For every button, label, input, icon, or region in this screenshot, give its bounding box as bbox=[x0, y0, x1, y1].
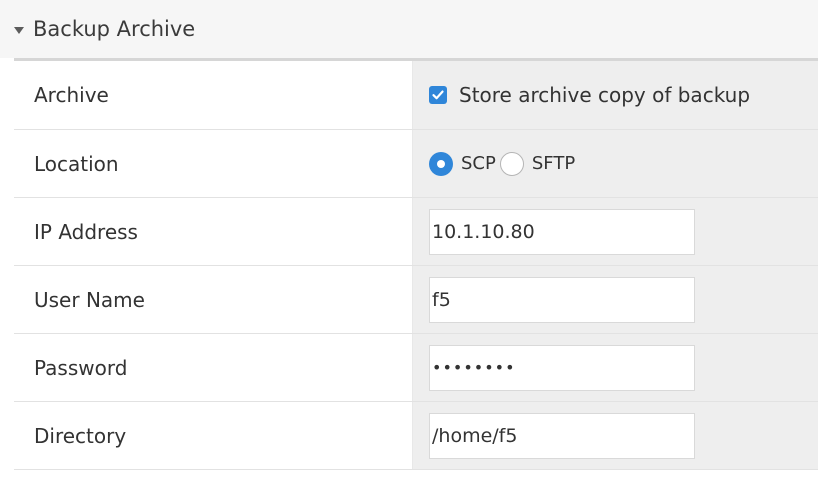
ip-address-value bbox=[412, 198, 818, 265]
password-input[interactable] bbox=[429, 344, 695, 391]
row-archive: Archive Store archive copy of backup bbox=[14, 61, 818, 130]
row-user-name: User Name bbox=[14, 266, 818, 334]
row-location: Location SCP SFTP bbox=[14, 130, 818, 198]
ip-address-input[interactable] bbox=[429, 208, 695, 255]
checkmark-icon bbox=[432, 90, 444, 100]
location-value: SCP SFTP bbox=[412, 130, 818, 197]
triangle-down-icon[interactable] bbox=[14, 26, 24, 34]
row-directory: Directory bbox=[14, 402, 818, 470]
user-name-value bbox=[412, 266, 818, 333]
password-value bbox=[412, 334, 818, 401]
archive-checkbox-label[interactable]: Store archive copy of backup bbox=[459, 83, 750, 107]
row-ip-address: IP Address bbox=[14, 198, 818, 266]
radio-scp-label[interactable]: SCP bbox=[461, 153, 496, 174]
row-password: Password bbox=[14, 334, 818, 402]
ip-address-label: IP Address bbox=[14, 198, 412, 265]
section-header[interactable]: Backup Archive bbox=[0, 0, 818, 58]
password-label: Password bbox=[14, 334, 412, 401]
section-title: Backup Archive bbox=[33, 17, 196, 41]
location-label: Location bbox=[14, 130, 412, 197]
archive-checkbox[interactable] bbox=[429, 86, 447, 104]
user-name-input[interactable] bbox=[429, 276, 695, 323]
location-radio-group: SCP SFTP bbox=[429, 151, 575, 176]
backup-archive-form: Archive Store archive copy of backup Loc… bbox=[14, 58, 818, 470]
archive-label: Archive bbox=[14, 61, 412, 129]
directory-value bbox=[412, 402, 818, 469]
radio-scp[interactable] bbox=[429, 151, 453, 176]
directory-label: Directory bbox=[14, 402, 412, 469]
directory-input[interactable] bbox=[429, 412, 695, 459]
radio-sftp[interactable] bbox=[499, 151, 524, 176]
radio-dot-icon bbox=[437, 159, 445, 168]
user-name-label: User Name bbox=[14, 266, 412, 333]
radio-sftp-label[interactable]: SFTP bbox=[532, 153, 575, 174]
archive-value: Store archive copy of backup bbox=[412, 61, 818, 129]
